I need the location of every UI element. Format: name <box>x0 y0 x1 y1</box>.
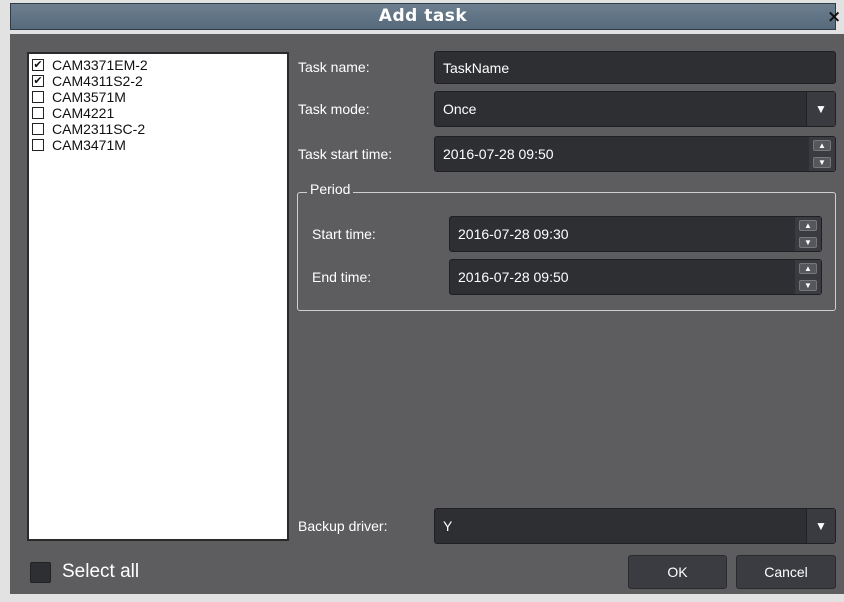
camera-item[interactable]: CAM3471M <box>29 137 287 153</box>
spin-box: ▲ ▼ <box>795 260 821 294</box>
chevron-down-icon[interactable]: ▼ <box>806 509 835 543</box>
backup-driver-select[interactable]: Y ▼ <box>434 508 836 544</box>
checkbox[interactable] <box>30 561 51 583</box>
chevron-down-icon[interactable]: ▼ <box>806 92 835 126</box>
camera-name: CAM3371EM-2 <box>52 57 148 73</box>
start-time-value: 2016-07-28 09:30 <box>458 226 569 242</box>
start-time-label: Start time: <box>312 226 376 242</box>
task-name-label: Task name: <box>298 59 370 75</box>
camera-name: CAM3571M <box>52 89 126 105</box>
camera-name: CAM3471M <box>52 137 126 153</box>
select-all-checkbox[interactable]: Select all <box>30 561 139 583</box>
camera-name: CAM2311SC-2 <box>52 121 146 137</box>
checkbox[interactable] <box>32 91 44 103</box>
checkbox[interactable] <box>32 139 44 151</box>
title-bar: Add task × <box>0 0 844 34</box>
end-time-input[interactable]: 2016-07-28 09:50 ▲ ▼ <box>449 259 822 295</box>
cancel-button[interactable]: Cancel <box>736 555 836 589</box>
camera-item[interactable]: CAM3571M <box>29 89 287 105</box>
camera-item[interactable]: ✔ CAM4311S2-2 <box>29 73 287 89</box>
task-mode-select[interactable]: Once ▼ <box>434 91 836 127</box>
start-time-input[interactable]: 2016-07-28 09:30 ▲ ▼ <box>449 216 822 252</box>
checkbox[interactable] <box>32 123 44 135</box>
select-all-label: Select all <box>62 561 140 582</box>
task-start-time-label: Task start time: <box>298 146 393 162</box>
dialog-title: Add task <box>10 3 836 30</box>
task-start-time-value: 2016-07-28 09:50 <box>443 146 554 162</box>
spin-up-icon[interactable]: ▲ <box>799 220 817 231</box>
camera-item[interactable]: ✔ CAM3371EM-2 <box>29 57 287 73</box>
window-edge <box>0 34 10 602</box>
period-title: Period <box>307 181 354 197</box>
spin-box: ▲ ▼ <box>795 217 821 251</box>
backup-driver-value: Y <box>443 518 453 534</box>
close-icon[interactable]: × <box>827 6 844 28</box>
end-time-value: 2016-07-28 09:50 <box>458 269 569 285</box>
task-mode-label: Task mode: <box>298 101 370 117</box>
camera-name: CAM4221 <box>52 105 115 121</box>
spin-down-icon[interactable]: ▼ <box>813 157 831 168</box>
checkbox[interactable] <box>32 107 44 119</box>
spin-down-icon[interactable]: ▼ <box>799 237 817 248</box>
camera-item[interactable]: CAM2311SC-2 <box>29 121 287 137</box>
window-edge <box>0 594 844 602</box>
camera-list[interactable]: ✔ CAM3371EM-2 ✔ CAM4311S2-2 CAM3571M CAM… <box>27 52 289 541</box>
camera-item[interactable]: CAM4221 <box>29 105 287 121</box>
checkbox[interactable]: ✔ <box>32 75 44 87</box>
task-start-time-input[interactable]: 2016-07-28 09:50 ▲ ▼ <box>434 136 836 172</box>
task-mode-value: Once <box>443 101 477 117</box>
camera-name: CAM4311S2-2 <box>52 73 143 89</box>
end-time-label: End time: <box>312 269 372 285</box>
spin-down-icon[interactable]: ▼ <box>799 280 817 291</box>
backup-driver-label: Backup driver: <box>298 518 388 534</box>
task-name-input[interactable]: TaskName <box>434 51 836 84</box>
ok-button[interactable]: OK <box>628 555 727 589</box>
task-name-value: TaskName <box>443 59 510 76</box>
spin-up-icon[interactable]: ▲ <box>813 140 831 151</box>
spin-up-icon[interactable]: ▲ <box>799 263 817 274</box>
checkbox[interactable]: ✔ <box>32 59 44 71</box>
spin-box: ▲ ▼ <box>809 137 835 171</box>
